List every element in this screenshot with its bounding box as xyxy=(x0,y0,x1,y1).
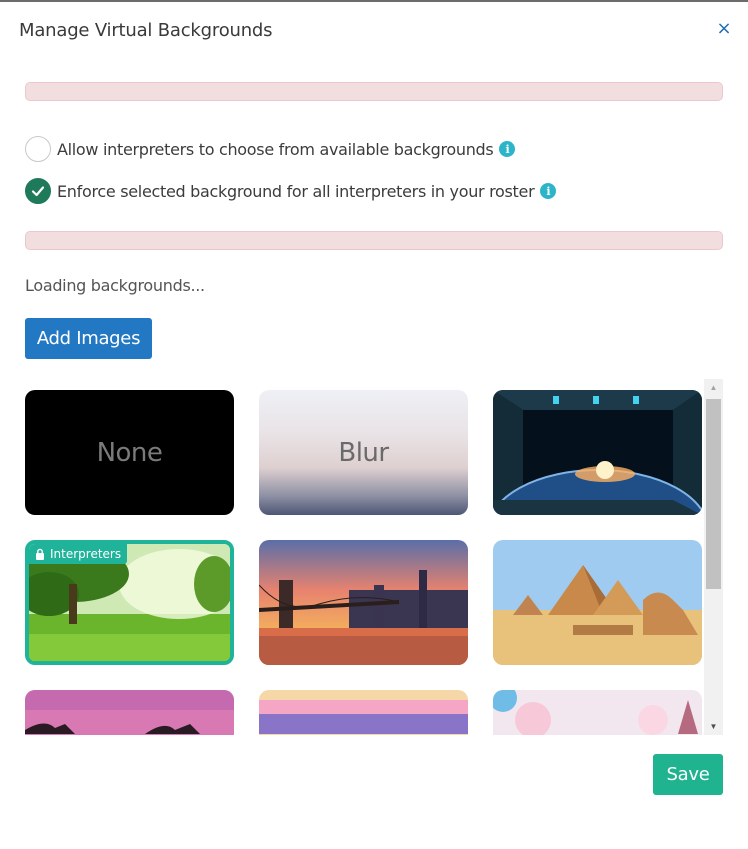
background-tile-snowy-trees[interactable] xyxy=(493,690,702,735)
close-icon[interactable]: × xyxy=(716,19,732,39)
enforce-background-radio[interactable] xyxy=(25,178,51,204)
background-tile-blur[interactable]: Blur xyxy=(259,390,468,515)
alert-banner-bottom xyxy=(25,231,723,250)
selected-badge: Interpreters xyxy=(29,544,128,564)
background-tile-pastel-sky[interactable] xyxy=(259,690,468,735)
loading-status: Loading backgrounds... xyxy=(25,276,205,295)
scroll-down-arrow[interactable]: ▼ xyxy=(704,718,723,735)
checkmark-icon xyxy=(31,186,45,197)
pastel-sky-image xyxy=(259,690,468,735)
alert-banner-top xyxy=(25,82,723,101)
gallery-scrollbar[interactable]: ▲ ▼ xyxy=(704,379,723,735)
enforce-background-option[interactable]: Enforce selected background for all inte… xyxy=(25,177,557,205)
space-station-image xyxy=(493,390,702,515)
background-tile-green-park[interactable]: Interpreters xyxy=(25,540,234,665)
pyramids-image xyxy=(493,540,702,665)
background-tile-none[interactable]: None xyxy=(25,390,234,515)
scroll-up-arrow[interactable]: ▲ xyxy=(704,379,723,396)
info-icon[interactable]: i xyxy=(540,183,557,199)
selected-badge-label: Interpreters xyxy=(50,547,122,561)
lock-icon xyxy=(36,548,44,560)
add-images-button[interactable]: Add Images xyxy=(25,318,152,359)
enforce-background-label: Enforce selected background for all inte… xyxy=(57,181,535,201)
allow-choose-label: Allow interpreters to choose from availa… xyxy=(57,139,494,159)
pink-sunset-image xyxy=(25,690,234,735)
blur-label: Blur xyxy=(338,437,389,468)
allow-choose-radio[interactable] xyxy=(25,136,51,162)
allow-choose-option[interactable]: Allow interpreters to choose from availa… xyxy=(25,135,516,163)
background-tile-pyramids[interactable] xyxy=(493,540,702,665)
background-tile-space-station[interactable] xyxy=(493,390,702,515)
brooklyn-bridge-image xyxy=(259,540,468,665)
scroll-thumb[interactable] xyxy=(706,399,721,589)
manage-backgrounds-dialog: Manage Virtual Backgrounds × Allow inter… xyxy=(0,0,748,849)
background-tile-brooklyn-bridge[interactable] xyxy=(259,540,468,665)
save-button[interactable]: Save xyxy=(653,754,723,795)
none-label: None xyxy=(96,437,163,468)
backgrounds-gallery: None Blur Interpreters xyxy=(25,379,723,735)
info-icon[interactable]: i xyxy=(499,141,516,157)
background-tile-pink-sunset[interactable] xyxy=(25,690,234,735)
dialog-title: Manage Virtual Backgrounds xyxy=(19,20,273,41)
snowy-trees-image xyxy=(493,690,702,735)
